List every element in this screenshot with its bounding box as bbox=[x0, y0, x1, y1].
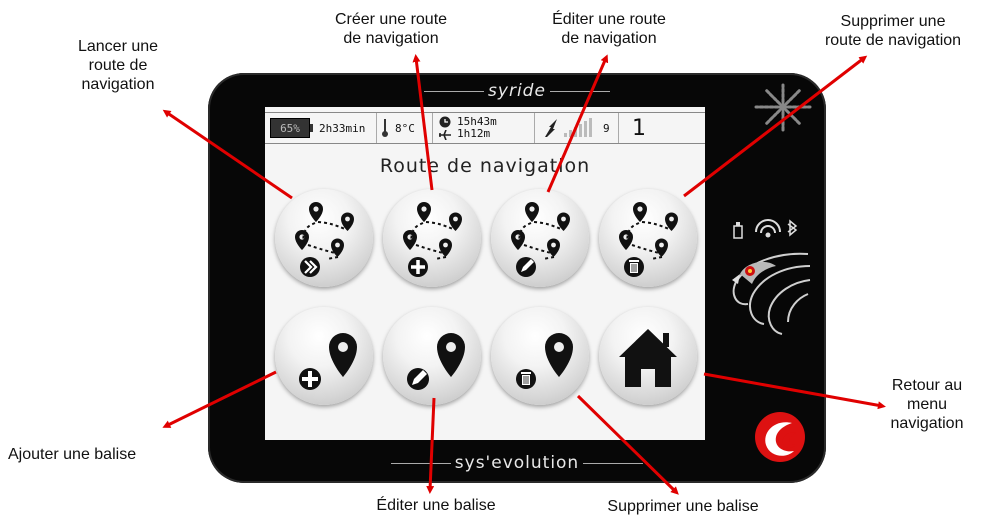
screen-title: Route de navigation bbox=[379, 155, 591, 177]
beacon-edit-icon bbox=[407, 333, 465, 390]
edit-beacon-button[interactable] bbox=[383, 307, 481, 405]
callout-back-menu: Retour au menu navigation bbox=[890, 377, 964, 432]
light-sensor-icon bbox=[754, 83, 812, 132]
brand-logo-top: syride bbox=[208, 81, 826, 101]
temperature: 8°C bbox=[395, 121, 415, 135]
route-create-icon bbox=[403, 202, 462, 277]
create-route-button[interactable] bbox=[383, 189, 481, 287]
delete-route-button[interactable] bbox=[599, 189, 697, 287]
device-screen: 65% 2h33min 8°C 15h43m 1h12m 9 1 Route d… bbox=[265, 107, 705, 440]
battery-percent: 65% bbox=[280, 121, 300, 135]
battery-time: 2h33min bbox=[319, 121, 366, 135]
home-button[interactable] bbox=[599, 307, 697, 405]
callout-delete-route: Supprimer une route de navigation bbox=[824, 13, 962, 49]
route-edit-icon bbox=[511, 202, 570, 277]
beacon-delete-icon bbox=[516, 333, 573, 389]
home-icon bbox=[619, 329, 677, 387]
page-number: 1 bbox=[632, 115, 646, 141]
edit-route-button[interactable] bbox=[491, 189, 589, 287]
callout-edit-beacon: Éditer une balise bbox=[376, 497, 496, 514]
connectivity-icons bbox=[733, 219, 798, 239]
beacon-add-icon bbox=[299, 333, 357, 390]
status-bar: 65% 2h33min 8°C 15h43m 1h12m 9 1 bbox=[265, 112, 705, 144]
thermometer-icon bbox=[382, 119, 388, 137]
battery-icon: 65% bbox=[270, 118, 313, 138]
satellite-icon bbox=[545, 119, 557, 137]
satellite-count: 9 bbox=[603, 121, 610, 135]
flight-time: 1h12m bbox=[457, 127, 491, 140]
callout-edit-route: Éditer une route de navigation bbox=[552, 11, 666, 47]
brand-logo-bottom: sys'evolution bbox=[208, 453, 826, 473]
plane-icon bbox=[439, 130, 451, 140]
delete-beacon-button[interactable] bbox=[491, 307, 589, 405]
callout-delete-beacon: Supprimer une balise bbox=[607, 498, 759, 515]
signal-bars-icon bbox=[564, 118, 592, 137]
launch-route-button[interactable] bbox=[275, 189, 373, 287]
callout-add-beacon: Ajouter une balise bbox=[8, 446, 137, 463]
clock-icon bbox=[439, 116, 451, 128]
brand-emblem-icon bbox=[755, 412, 805, 462]
add-beacon-button[interactable] bbox=[275, 307, 373, 405]
eagle-logo bbox=[732, 252, 811, 335]
route-delete-icon bbox=[619, 202, 678, 277]
callout-launch-route: Lancer une route de navigation bbox=[77, 38, 159, 93]
callout-create-route: Créer une route de navigation bbox=[334, 11, 448, 47]
route-launch-icon bbox=[295, 202, 354, 277]
